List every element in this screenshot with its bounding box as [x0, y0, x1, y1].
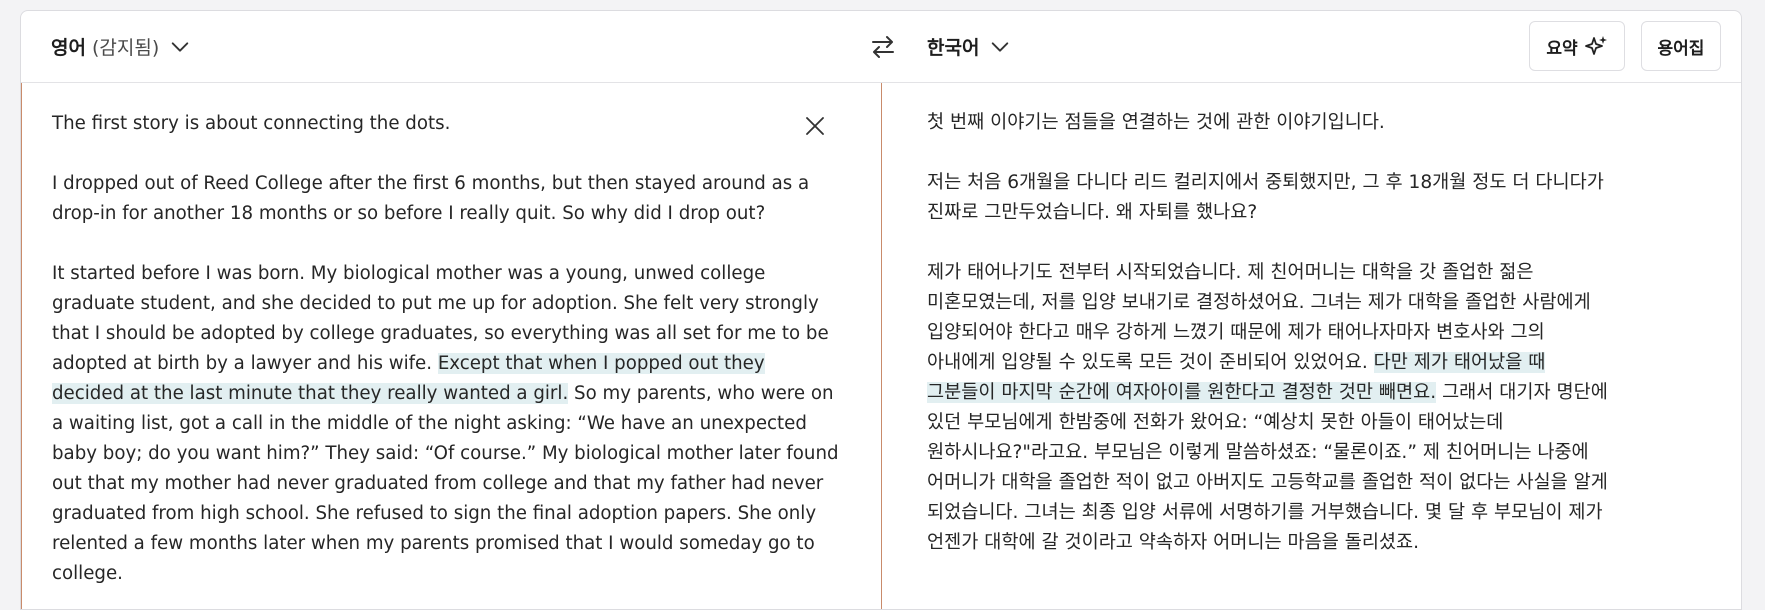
- target-line: 저는 처음 6개월을 다니다 리드 컬리지에서 중퇴했지만, 그 후 18개월 …: [927, 172, 1604, 193]
- detected-label: (감지됨): [91, 37, 160, 59]
- target-language-selector[interactable]: 한국어: [927, 33, 1011, 60]
- target-line: 진짜로 그만두었습니다. 왜 자퇴를 했나요?: [927, 202, 1258, 223]
- target-line: 원하시나요?"라고요. 부모님은 이렇게 말씀하셨죠: “물론이죠.” 제 친어…: [927, 442, 1589, 463]
- source-line: decided at the last minute that they rea…: [52, 379, 839, 409]
- translated-text: 첫 번째 이야기는 점들을 연결하는 것에 관한 이야기입니다. 저는 처음 6…: [927, 108, 1608, 558]
- chevron-down-icon: [992, 41, 1009, 52]
- source-line: graduate student, and she decided to put…: [52, 293, 819, 314]
- source-line: The first story is about connecting the …: [52, 113, 451, 134]
- target-line: 있던 부모님에게 한밤중에 전화가 왔어요: “예상치 못한 아들이 태어났는데: [927, 412, 1504, 433]
- sparkle-icon: [1584, 36, 1607, 55]
- source-line: relented a few months later when my pare…: [52, 533, 815, 554]
- highlighted-sentence[interactable]: Except that when I popped out they: [437, 353, 765, 374]
- source-language-selector[interactable]: 영어 (감지됨): [51, 33, 191, 60]
- language-bar: 영어 (감지됨) 한국어 요약 용어집: [21, 11, 1741, 83]
- highlighted-translation[interactable]: 다만 제가 태어났을 때: [1373, 352, 1546, 373]
- source-line: drop-in for another 18 months or so befo…: [52, 203, 766, 224]
- target-line: 그분들이 마지막 순간에 여자아이를 원한다고 결정한 것만 빼면요. 그래서 …: [927, 378, 1608, 408]
- target-line: 언젠가 대학에 갈 것이라고 약속하자 어머니는 마음을 돌리셨죠.: [927, 532, 1420, 553]
- clear-text-button[interactable]: [800, 111, 830, 141]
- source-line: college.: [52, 563, 123, 584]
- source-line: adopted at birth by a lawyer and his wif…: [52, 349, 839, 379]
- target-line: 입양되어야 한다고 매우 강하게 느꼈기 때문에 제가 태어나자마자 변호사와 …: [927, 322, 1545, 343]
- source-text-area[interactable]: The first story is about connecting the …: [21, 83, 882, 609]
- target-line: 어머니가 대학을 졸업한 적이 없고 아버지도 고등학교를 졸업한 적이 없다는…: [927, 472, 1608, 493]
- swap-arrows-icon: [872, 36, 894, 58]
- source-line: a waiting list, got a call in the middle…: [52, 413, 807, 434]
- source-line: that I should be adopted by college grad…: [52, 323, 829, 344]
- translation-output-area: 첫 번째 이야기는 점들을 연결하는 것에 관한 이야기입니다. 저는 처음 6…: [882, 83, 1741, 609]
- target-line: 아내에게 입양될 수 있도록 모든 것이 준비되어 있었어요. 다만 제가 태어…: [927, 348, 1608, 378]
- target-line: 첫 번째 이야기는 점들을 연결하는 것에 관한 이야기입니다.: [927, 112, 1385, 133]
- target-language-name: 한국어: [927, 37, 980, 59]
- source-line: I dropped out of Reed College after the …: [52, 173, 810, 194]
- target-segment: 그래서 대기자 명단에: [1436, 382, 1608, 403]
- target-line: 미혼모였는데, 저를 입양 보내기로 결정하셨어요. 그녀는 제가 대학을 졸업…: [927, 292, 1591, 313]
- source-line: baby boy; do you want him?” They said: “…: [52, 443, 839, 464]
- source-line: graduated from high school. She refused …: [52, 503, 817, 524]
- source-line: out that my mother had never graduated f…: [52, 473, 824, 494]
- summary-label: 요약: [1546, 38, 1578, 59]
- chevron-down-icon: [171, 41, 189, 52]
- summary-button[interactable]: 요약: [1529, 21, 1625, 71]
- source-segment: adopted at birth by a lawyer and his wif…: [52, 353, 438, 374]
- swap-languages-button[interactable]: [865, 29, 901, 65]
- highlighted-sentence[interactable]: decided at the last minute that they rea…: [52, 383, 569, 404]
- translator-card: 영어 (감지됨) 한국어 요약 용어집 The first story is a…: [20, 10, 1742, 610]
- highlighted-translation[interactable]: 그분들이 마지막 순간에 여자아이를 원한다고 결정한 것만 빼면요.: [927, 382, 1437, 403]
- source-text[interactable]: The first story is about connecting the …: [52, 109, 839, 589]
- target-segment: 아내에게 입양될 수 있도록 모든 것이 준비되어 있었어요.: [927, 352, 1374, 373]
- source-language-name: 영어: [51, 37, 86, 59]
- target-line: 제가 태어나기도 전부터 시작되었습니다. 제 친어머니는 대학을 갓 졸업한 …: [927, 262, 1534, 283]
- source-line: It started before I was born. My biologi…: [52, 263, 766, 284]
- close-icon: [806, 117, 824, 135]
- target-line: 되었습니다. 그녀는 최종 입양 서류에 서명하기를 거부했습니다. 몇 달 후…: [927, 502, 1603, 523]
- source-segment: So my parents, who were on: [568, 383, 834, 404]
- glossary-label: 용어집: [1657, 38, 1705, 59]
- glossary-button[interactable]: 용어집: [1641, 21, 1721, 71]
